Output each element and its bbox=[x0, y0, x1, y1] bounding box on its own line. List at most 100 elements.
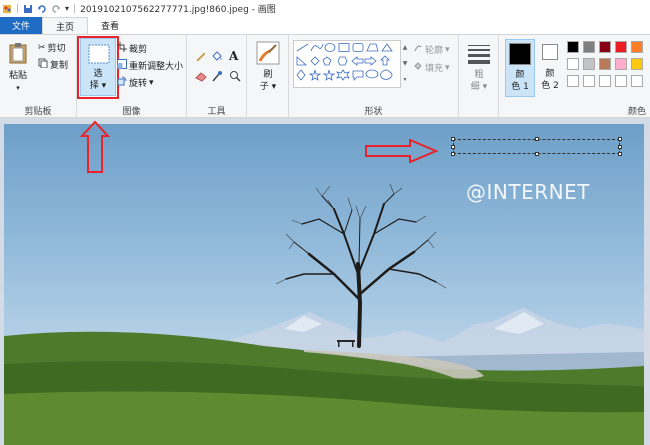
cut-label: 剪切 bbox=[47, 44, 66, 54]
colors-group: 颜 色 1 颜 色 2 颜色 bbox=[499, 35, 650, 119]
clipboard-group-label: 剪贴板 bbox=[24, 107, 52, 117]
scissors-icon: ✂ bbox=[38, 42, 46, 53]
ribbon-tabs: 文件 主页 查看 bbox=[0, 17, 650, 34]
landscape-photo bbox=[4, 183, 644, 445]
tab-view[interactable]: 查看 bbox=[88, 17, 132, 34]
shapes-group: ▲ ▼ ▾ 轮廓 ▾ 填充 ▾ 形状 bbox=[289, 35, 459, 119]
color2-button[interactable]: 颜 色 2 bbox=[537, 39, 563, 97]
brushes-label-text: 子 bbox=[259, 82, 269, 92]
shapes-group-label: 形状 bbox=[364, 107, 383, 117]
brushes-button[interactable]: 刷 子 ▾ bbox=[252, 40, 284, 98]
outline-button[interactable]: 轮廓 ▾ bbox=[413, 43, 450, 56]
fill-button[interactable]: 填充 ▾ bbox=[413, 61, 450, 74]
color-swatch[interactable] bbox=[567, 41, 579, 53]
resize-button[interactable]: 重新调整大小 bbox=[117, 59, 183, 72]
color-swatch[interactable] bbox=[583, 58, 595, 70]
shapes-scroll[interactable]: ▲ ▼ ▾ bbox=[401, 40, 409, 88]
color-swatch[interactable] bbox=[615, 41, 627, 53]
ribbon: 粘贴 ▾ ✂ 剪切 复制 剪贴板 选 择 ▾ 裁剪 重新调整大小 旋转 ▾ 图像… bbox=[0, 34, 650, 119]
cut-button[interactable]: ✂ 剪切 bbox=[38, 41, 66, 55]
color-swatch[interactable] bbox=[599, 41, 611, 53]
rotate-icon bbox=[117, 76, 127, 89]
brushes-group: 刷 子 ▾ bbox=[247, 35, 289, 119]
selection-handle[interactable] bbox=[535, 152, 539, 156]
chevron-down-icon: ▾ bbox=[445, 62, 450, 73]
copy-icon bbox=[38, 58, 48, 71]
brushes-label-line2: 子 ▾ bbox=[259, 82, 277, 92]
clipboard-group: 粘贴 ▾ ✂ 剪切 复制 剪贴板 bbox=[0, 35, 77, 119]
color-swatch[interactable] bbox=[583, 41, 595, 53]
selection-handle[interactable] bbox=[451, 137, 455, 141]
color-swatch[interactable] bbox=[599, 75, 611, 87]
eraser-icon[interactable] bbox=[195, 70, 207, 85]
selection-rectangle[interactable] bbox=[451, 137, 622, 156]
chevron-down-icon: ▾ bbox=[16, 84, 20, 92]
tools-group: A 工具 bbox=[187, 35, 247, 119]
color-swatch[interactable] bbox=[615, 75, 627, 87]
colors-group-label: 颜色 bbox=[627, 107, 646, 117]
selection-handle[interactable] bbox=[618, 152, 622, 156]
separator: | bbox=[16, 3, 20, 14]
color-swatch[interactable] bbox=[631, 75, 643, 87]
resize-label: 重新调整大小 bbox=[129, 62, 184, 72]
color-picker-icon[interactable] bbox=[211, 70, 223, 85]
paint-app-icon bbox=[2, 4, 12, 14]
rotate-label: 旋转 bbox=[129, 79, 148, 89]
size-group: 粗 细 ▾ bbox=[459, 35, 499, 119]
copy-button[interactable]: 复制 bbox=[38, 58, 68, 71]
selection-handle[interactable] bbox=[618, 137, 622, 141]
text-tool-icon[interactable]: A bbox=[229, 49, 238, 63]
tab-file[interactable]: 文件 bbox=[0, 17, 43, 34]
redo-icon[interactable] bbox=[51, 4, 61, 14]
color2-swatch bbox=[542, 44, 558, 60]
undo-icon[interactable] bbox=[37, 4, 47, 14]
color2-label-line2: 色 2 bbox=[541, 81, 559, 91]
color-swatch[interactable] bbox=[631, 58, 643, 70]
paste-button[interactable]: 粘贴 ▾ bbox=[5, 40, 31, 98]
color-swatch[interactable] bbox=[567, 58, 579, 70]
rotate-button[interactable]: 旋转 ▾ bbox=[117, 76, 154, 89]
crop-button[interactable]: 裁剪 bbox=[117, 42, 147, 55]
resize-icon bbox=[117, 59, 127, 72]
color-swatch[interactable] bbox=[583, 75, 595, 87]
image-group-label: 图像 bbox=[122, 107, 141, 117]
size-label-text: 细 bbox=[470, 82, 480, 92]
tab-home[interactable]: 主页 bbox=[42, 17, 89, 34]
magnifier-icon[interactable] bbox=[229, 70, 241, 85]
size-label-line2: 细 ▾ bbox=[470, 82, 488, 92]
window-title: 2019102107562277771.jpg!860.jpeg - 画图 bbox=[80, 5, 276, 15]
clipboard-icon bbox=[9, 42, 27, 67]
title-bar: | ▾ | 2019102107562277771.jpg!860.jpeg -… bbox=[0, 0, 650, 17]
outline-icon bbox=[413, 43, 423, 56]
selection-handle[interactable] bbox=[451, 145, 455, 149]
shapes-gallery[interactable] bbox=[293, 40, 401, 88]
color-palette bbox=[567, 41, 647, 91]
color1-button[interactable]: 颜 色 1 bbox=[505, 39, 535, 97]
watermark-text: @INTERNET bbox=[466, 180, 590, 204]
color-swatch[interactable] bbox=[567, 75, 579, 87]
color1-swatch bbox=[509, 43, 531, 65]
selection-handle[interactable] bbox=[451, 152, 455, 156]
separator: | bbox=[73, 3, 77, 14]
crop-icon bbox=[117, 42, 127, 55]
save-icon[interactable] bbox=[23, 4, 33, 14]
color-swatch[interactable] bbox=[631, 41, 643, 53]
brush-icon bbox=[256, 41, 280, 68]
color-swatch[interactable] bbox=[599, 58, 611, 70]
chevron-down-icon: ▾ bbox=[445, 44, 450, 55]
select-highlight-box bbox=[77, 36, 119, 99]
line-width-icon bbox=[468, 44, 490, 67]
image-canvas[interactable]: @INTERNET bbox=[4, 124, 644, 445]
fill-label: 填充 bbox=[425, 64, 444, 74]
copy-label: 复制 bbox=[50, 61, 69, 71]
customize-toolbar-icon[interactable]: ▾ bbox=[65, 4, 69, 13]
tools-group-label: 工具 bbox=[207, 107, 226, 117]
size-button[interactable]: 粗 细 ▾ bbox=[464, 40, 494, 98]
fill-bucket-icon[interactable] bbox=[211, 50, 223, 65]
selection-handle[interactable] bbox=[535, 137, 539, 141]
selection-handle[interactable] bbox=[618, 145, 622, 149]
chevron-down-icon: ▾ bbox=[149, 77, 154, 88]
color1-label-line2: 色 1 bbox=[511, 82, 529, 92]
pencil-icon[interactable] bbox=[195, 50, 207, 65]
color-swatch[interactable] bbox=[615, 58, 627, 70]
